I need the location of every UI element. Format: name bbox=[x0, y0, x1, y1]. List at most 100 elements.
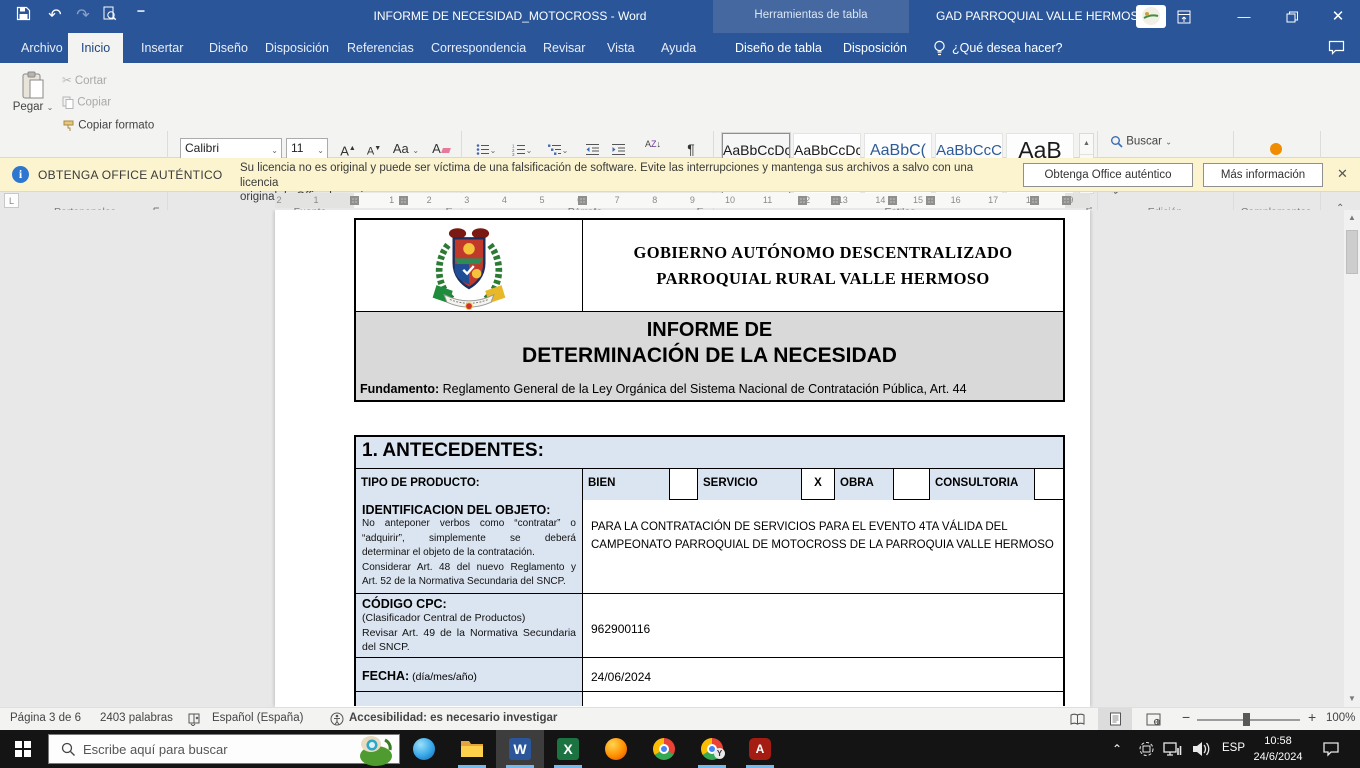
clear-formatting-icon[interactable]: A bbox=[428, 138, 454, 160]
addins-icon[interactable] bbox=[1270, 143, 1282, 155]
tipo-bien-mark[interactable] bbox=[670, 469, 698, 500]
read-mode-icon[interactable] bbox=[1060, 708, 1094, 730]
identificacion-value[interactable]: PARA LA CONTRATACIÓN DE SERVICIOS PARA E… bbox=[583, 500, 1063, 593]
fundamento-row: Fundamento: Reglamento General de la Ley… bbox=[356, 381, 1063, 400]
tray-time: 10:58 bbox=[1264, 735, 1292, 747]
increase-indent-icon[interactable] bbox=[606, 138, 630, 160]
taskbar-chrome[interactable] bbox=[640, 730, 688, 768]
word-window: ↶ ↷ ▔⌄ INFORME DE NECESIDAD_MOTOCROSS - … bbox=[0, 0, 1360, 768]
scroll-up-icon[interactable]: ▲ bbox=[1344, 210, 1360, 226]
zoom-out-icon[interactable]: − bbox=[1182, 709, 1190, 725]
more-info-button[interactable]: Más información bbox=[1203, 163, 1323, 187]
undo-icon[interactable]: ↶ bbox=[44, 6, 66, 26]
change-case-icon[interactable]: Aa ⌄ bbox=[390, 138, 422, 160]
restore-button[interactable] bbox=[1270, 0, 1314, 33]
language-indicator[interactable]: ESP bbox=[1222, 742, 1245, 768]
fecha-value[interactable]: 24/06/2024 bbox=[583, 658, 1063, 691]
web-layout-icon[interactable] bbox=[1136, 708, 1170, 730]
redo-icon[interactable]: ↷ bbox=[72, 6, 94, 26]
multilevel-list-icon[interactable]: ⌄ bbox=[542, 138, 574, 160]
word-count[interactable]: 2403 palabras bbox=[100, 712, 173, 724]
accessibility-status[interactable]: Accesibilidad: es necesario investigar bbox=[349, 712, 557, 724]
taskbar-chrome-profile[interactable]: Y bbox=[688, 730, 736, 768]
vertical-scrollbar[interactable]: ▲ ▼ bbox=[1344, 210, 1360, 707]
tab-correspondencia[interactable]: Correspondencia bbox=[418, 33, 539, 63]
clock[interactable]: 10:58 24/6/2024 bbox=[1246, 733, 1310, 765]
proofing-icon[interactable] bbox=[188, 712, 202, 726]
get-office-button[interactable]: Obtenga Office auténtico bbox=[1023, 163, 1193, 187]
tab-disposicion[interactable]: Disposición bbox=[252, 33, 342, 63]
identificacion-row: IDENTIFICACION DEL OBJETO: No anteponer … bbox=[356, 500, 1063, 594]
taskbar-firefox[interactable] bbox=[592, 730, 640, 768]
scroll-down-icon[interactable]: ▼ bbox=[1344, 691, 1360, 707]
action-center-icon[interactable] bbox=[1322, 741, 1340, 768]
sort-icon[interactable]: AZ↓ bbox=[640, 138, 666, 160]
taskbar-acrobat[interactable]: A bbox=[736, 730, 784, 768]
find-button[interactable]: Buscar ⌄ bbox=[1110, 135, 1172, 148]
font-name-combo[interactable]: Calibri ⌄ bbox=[180, 138, 282, 160]
tab-vista[interactable]: Vista bbox=[594, 33, 648, 63]
taskbar-search[interactable]: Escribe aquí para buscar bbox=[48, 734, 400, 766]
minimize-button[interactable]: — bbox=[1222, 0, 1266, 33]
styles-scroll-up-icon[interactable]: ▲ bbox=[1080, 134, 1093, 154]
svg-text:3: 3 bbox=[512, 152, 515, 156]
zoom-level[interactable]: 100% bbox=[1326, 712, 1355, 724]
document-area: GOBIERNO AUTÓNOMO DESCENTRALIZADO PARROQ… bbox=[0, 210, 1344, 707]
document-page[interactable]: GOBIERNO AUTÓNOMO DESCENTRALIZADO PARROQ… bbox=[275, 210, 1090, 707]
ribbon-display-options-icon[interactable] bbox=[1162, 0, 1206, 33]
page-indicator[interactable]: Página 3 de 6 bbox=[10, 712, 81, 724]
codigo-cpc-value[interactable]: 962900116 bbox=[583, 594, 1063, 657]
format-painter-button[interactable]: Copiar formato bbox=[62, 119, 154, 132]
taskbar-edge[interactable] bbox=[400, 730, 448, 768]
tab-diseno-de-tabla[interactable]: Diseño de tabla bbox=[722, 33, 835, 63]
tell-me-box[interactable]: ¿Qué desea hacer? bbox=[952, 33, 1063, 63]
zoom-slider-thumb[interactable] bbox=[1243, 713, 1250, 726]
tipo-servicio-mark[interactable]: X bbox=[802, 469, 835, 500]
taskbar-explorer[interactable] bbox=[448, 730, 496, 768]
org-name: GOBIERNO AUTÓNOMO DESCENTRALIZADO PARROQ… bbox=[633, 243, 1013, 288]
feedback-comment-icon[interactable] bbox=[1328, 40, 1345, 55]
search-icon bbox=[61, 742, 75, 756]
account-name[interactable]: GAD PARROQUIAL VALLE HERMOSO bbox=[936, 9, 1148, 23]
tab-insertar[interactable]: Insertar bbox=[128, 33, 196, 63]
volume-icon[interactable] bbox=[1192, 741, 1211, 768]
quick-access-customize-icon[interactable]: ▔⌄ bbox=[130, 6, 152, 41]
decrease-indent-icon[interactable] bbox=[580, 138, 604, 160]
taskbar-excel[interactable]: X bbox=[544, 730, 592, 768]
shrink-font-icon[interactable]: A▼ bbox=[362, 138, 386, 160]
tab-disposicion-tabla[interactable]: Disposición bbox=[830, 33, 920, 63]
print-layout-icon[interactable] bbox=[1098, 708, 1132, 730]
network-icon[interactable] bbox=[1163, 741, 1182, 768]
tab-inicio[interactable]: Inicio bbox=[68, 33, 124, 63]
tab-referencias[interactable]: Referencias bbox=[334, 33, 427, 63]
context-group-title: Herramientas de tabla bbox=[754, 9, 868, 21]
tab-selector[interactable]: L bbox=[4, 193, 19, 208]
tipo-consultoria-mark[interactable] bbox=[1035, 469, 1067, 500]
tipo-obra-mark[interactable] bbox=[894, 469, 930, 500]
warning-close-icon[interactable]: ✕ bbox=[1337, 166, 1348, 182]
tab-revisar[interactable]: Revisar bbox=[530, 33, 598, 63]
font-size-combo[interactable]: 11 ⌄ bbox=[286, 138, 328, 160]
tray-chevron-icon[interactable]: ⌃ bbox=[1112, 742, 1122, 768]
save-icon[interactable] bbox=[16, 6, 38, 26]
numbering-icon[interactable]: 1 2 3 ⌄ bbox=[506, 138, 538, 160]
tab-archivo[interactable]: Archivo bbox=[8, 33, 76, 63]
ribbon-tab-row: Archivo Inicio Insertar Diseño Disposici… bbox=[0, 33, 1360, 63]
print-preview-icon[interactable] bbox=[102, 6, 124, 26]
start-button[interactable] bbox=[0, 730, 48, 768]
tipo-servicio: SERVICIO bbox=[698, 469, 802, 500]
bullets-icon[interactable]: ⌄ bbox=[470, 138, 502, 160]
zoom-in-icon[interactable]: + bbox=[1308, 709, 1316, 725]
pilcrow-icon[interactable]: ¶ bbox=[680, 138, 702, 160]
cut-button[interactable]: ✂ Cortar bbox=[62, 73, 107, 87]
language-indicator[interactable]: Español (España) bbox=[212, 712, 303, 724]
grow-font-icon[interactable]: A▲ bbox=[336, 138, 360, 160]
tab-ayuda[interactable]: Ayuda bbox=[648, 33, 709, 63]
paste-button[interactable]: Pegar ⌄ bbox=[10, 71, 56, 113]
ribbon: Pegar ⌄ ✂ Cortar Copiar Copiar formato P… bbox=[0, 63, 1360, 218]
scroll-thumb[interactable] bbox=[1346, 230, 1358, 274]
close-button[interactable]: ✕ bbox=[1316, 0, 1360, 33]
copy-button[interactable]: Copiar bbox=[62, 96, 111, 109]
taskbar-word[interactable]: W bbox=[496, 730, 544, 768]
tray-app-icon[interactable] bbox=[1138, 741, 1155, 768]
